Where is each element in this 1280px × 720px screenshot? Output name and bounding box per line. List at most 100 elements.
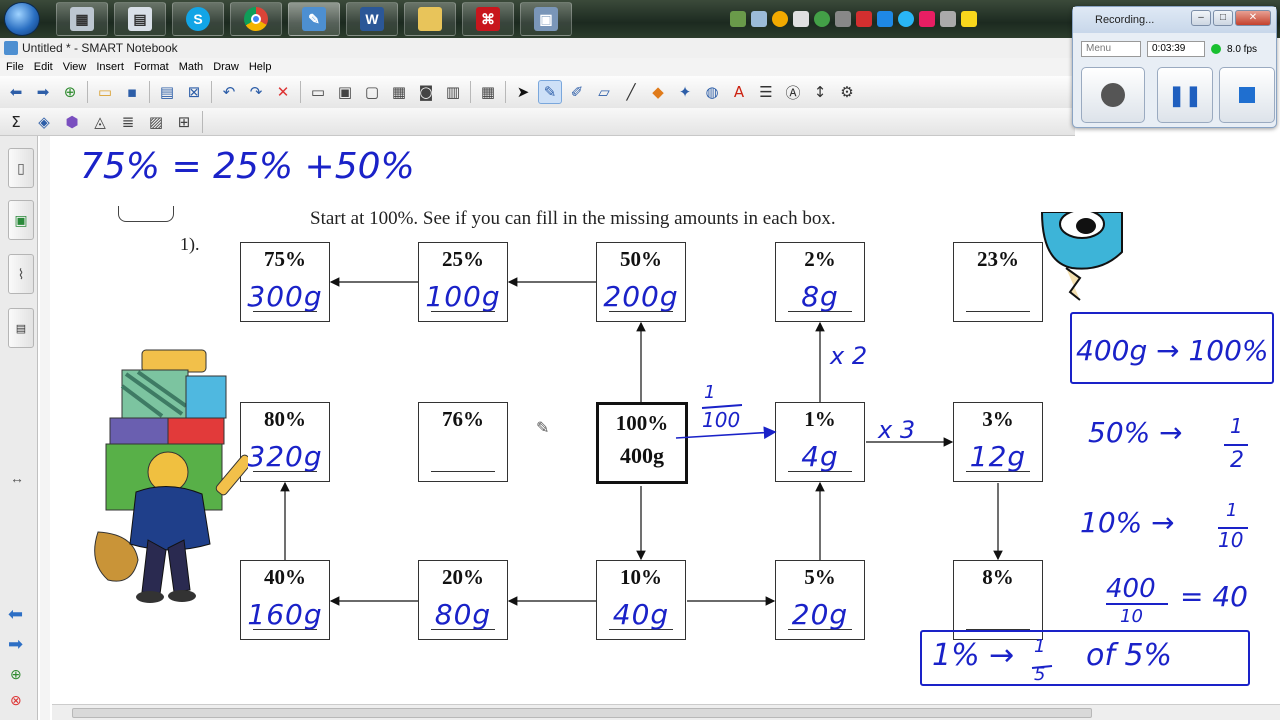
tray-icon[interactable] bbox=[940, 11, 956, 27]
record-button[interactable] bbox=[1081, 67, 1145, 123]
line-icon[interactable]: ╱ bbox=[619, 80, 643, 104]
paste-icon[interactable]: ▤ bbox=[155, 80, 179, 104]
select-pointer-icon[interactable]: ➤ bbox=[511, 80, 535, 104]
forward-arrow-icon[interactable]: ➡ bbox=[31, 80, 55, 104]
open-folder-icon[interactable]: ▭ bbox=[93, 80, 117, 104]
stop-button[interactable] bbox=[1219, 67, 1275, 123]
box-20-percent[interactable]: 20% 80g bbox=[418, 560, 508, 640]
horizontal-scrollbar[interactable] bbox=[52, 704, 1280, 720]
tray-icon[interactable] bbox=[793, 11, 809, 27]
close-window-icon[interactable]: ⊠ bbox=[182, 80, 206, 104]
add-page-icon[interactable]: ⊕ bbox=[58, 80, 82, 104]
back-arrow-icon[interactable]: ⬅ bbox=[4, 80, 28, 104]
screen-shade-icon[interactable]: ▭ bbox=[306, 80, 330, 104]
tray-icon[interactable] bbox=[730, 11, 746, 27]
menu-draw[interactable]: Draw bbox=[213, 61, 239, 73]
projector-icon[interactable]: ▦ bbox=[387, 80, 411, 104]
attachments-icon[interactable]: ⌇ bbox=[8, 254, 34, 294]
box-25-percent[interactable]: 25% 100g bbox=[418, 242, 508, 322]
tray-icon[interactable] bbox=[877, 11, 893, 27]
start-button[interactable] bbox=[4, 2, 40, 36]
box-100-percent-start[interactable]: 100% 400g bbox=[596, 402, 688, 484]
next-page-icon[interactable]: ➡ bbox=[8, 634, 23, 655]
sigma-icon[interactable]: Σ bbox=[4, 110, 28, 134]
add-page-side-icon[interactable]: ⊕ bbox=[10, 666, 22, 683]
delete-icon[interactable]: ✕ bbox=[271, 80, 295, 104]
taskbar-calculator[interactable]: ▦ bbox=[56, 2, 108, 36]
menu-help[interactable]: Help bbox=[249, 61, 272, 73]
measurement-icon[interactable]: ⊞ bbox=[172, 110, 196, 134]
save-icon[interactable]: ▪ bbox=[120, 80, 144, 104]
eraser-3d-icon[interactable]: ⬢ bbox=[60, 110, 84, 134]
tray-icon[interactable] bbox=[919, 11, 935, 27]
box-3-percent[interactable]: 3% 12g bbox=[953, 402, 1043, 482]
document-camera-icon[interactable]: ▥ bbox=[441, 80, 465, 104]
maximize-button[interactable]: □ bbox=[1213, 10, 1233, 26]
screen-capture-icon[interactable]: ▢ bbox=[360, 80, 384, 104]
taskbar-notebook[interactable]: ✎ bbox=[288, 2, 340, 36]
box-50-percent[interactable]: 50% 200g bbox=[596, 242, 686, 322]
tray-icon[interactable] bbox=[751, 11, 767, 27]
taskbar-folder[interactable] bbox=[404, 2, 456, 36]
protractor-icon[interactable]: ◬ bbox=[88, 110, 112, 134]
equation-icon[interactable]: ≣ bbox=[116, 110, 140, 134]
display-icon[interactable]: ▣ bbox=[333, 80, 357, 104]
pause-button[interactable]: ❚❚ bbox=[1157, 67, 1213, 123]
vertical-scrollbar[interactable] bbox=[40, 136, 50, 720]
box-5-percent[interactable]: 5% 20g bbox=[775, 560, 865, 640]
taskbar-word[interactable]: W bbox=[346, 2, 398, 36]
previous-page-icon[interactable]: ⬅ bbox=[8, 604, 23, 625]
box-76-percent[interactable]: 76% bbox=[418, 402, 508, 482]
creative-pen-icon[interactable]: ✐ bbox=[565, 80, 589, 104]
box-40-percent[interactable]: 40% 160g bbox=[240, 560, 330, 640]
notebook-canvas[interactable]: 75% = 25% +50% Start at 100%. See if you… bbox=[52, 136, 1280, 704]
menu-view[interactable]: View bbox=[63, 61, 87, 73]
taskbar-acrobat[interactable]: ⌘ bbox=[462, 2, 514, 36]
tray-icon[interactable] bbox=[814, 11, 830, 27]
tray-icon[interactable] bbox=[898, 11, 914, 27]
scrollbar-thumb[interactable] bbox=[72, 708, 1092, 718]
gallery-icon[interactable]: ▣ bbox=[8, 200, 34, 240]
table-icon[interactable]: ▦ bbox=[476, 80, 500, 104]
pen-icon[interactable]: ✎ bbox=[538, 80, 562, 104]
fill-icon[interactable]: ◍ bbox=[700, 80, 724, 104]
magic-pen-icon[interactable]: ✦ bbox=[673, 80, 697, 104]
menu-math[interactable]: Math bbox=[179, 61, 203, 73]
recorder-menu-dropdown[interactable]: Menu bbox=[1081, 41, 1141, 57]
eraser-icon[interactable]: ▱ bbox=[592, 80, 616, 104]
redo-icon[interactable]: ↷ bbox=[244, 80, 268, 104]
box-75-percent[interactable]: 75% 300g bbox=[240, 242, 330, 322]
menu-edit[interactable]: Edit bbox=[34, 61, 53, 73]
tray-icon[interactable] bbox=[835, 11, 851, 27]
tray-icon[interactable] bbox=[772, 11, 788, 27]
taskbar-chrome[interactable] bbox=[230, 2, 282, 36]
taskbar-calculator-2[interactable]: ▤ bbox=[114, 2, 166, 36]
customize-icon[interactable]: ⚙ bbox=[835, 80, 859, 104]
resize-handle-icon[interactable]: ↔ bbox=[10, 470, 24, 486]
page-sorter-icon[interactable]: ▯ bbox=[8, 148, 34, 188]
camera-icon[interactable]: ◙ bbox=[414, 80, 438, 104]
taskbar-network[interactable]: ▣ bbox=[520, 2, 572, 36]
menu-insert[interactable]: Insert bbox=[96, 61, 124, 73]
box-8-percent[interactable]: 8% bbox=[953, 560, 1043, 640]
shapes-icon[interactable]: ◆ bbox=[646, 80, 670, 104]
menu-file[interactable]: File bbox=[6, 61, 24, 73]
menu-format[interactable]: Format bbox=[134, 61, 169, 73]
text-icon[interactable]: A bbox=[727, 80, 751, 104]
graph-icon[interactable]: ▨ bbox=[144, 110, 168, 134]
move-toolbar-icon[interactable]: ↕ bbox=[808, 80, 832, 104]
minimize-button[interactable]: – bbox=[1191, 10, 1211, 26]
properties-tab-icon[interactable]: ▤ bbox=[8, 308, 34, 348]
tray-icon[interactable] bbox=[961, 11, 977, 27]
box-1-percent[interactable]: 1% 4g bbox=[775, 402, 865, 482]
undo-icon[interactable]: ↶ bbox=[217, 80, 241, 104]
properties-icon[interactable]: ☰ bbox=[754, 80, 778, 104]
shape-3d-icon[interactable]: ◈ bbox=[32, 110, 56, 134]
box-80-percent[interactable]: 80% 320g bbox=[240, 402, 330, 482]
taskbar-skype[interactable]: S bbox=[172, 2, 224, 36]
box-2-percent[interactable]: 2% 8g bbox=[775, 242, 865, 322]
box-10-percent[interactable]: 10% 40g bbox=[596, 560, 686, 640]
delete-page-icon[interactable]: ⊗ bbox=[10, 692, 22, 709]
close-button[interactable]: ✕ bbox=[1235, 10, 1271, 26]
box-23-percent[interactable]: 23% bbox=[953, 242, 1043, 322]
